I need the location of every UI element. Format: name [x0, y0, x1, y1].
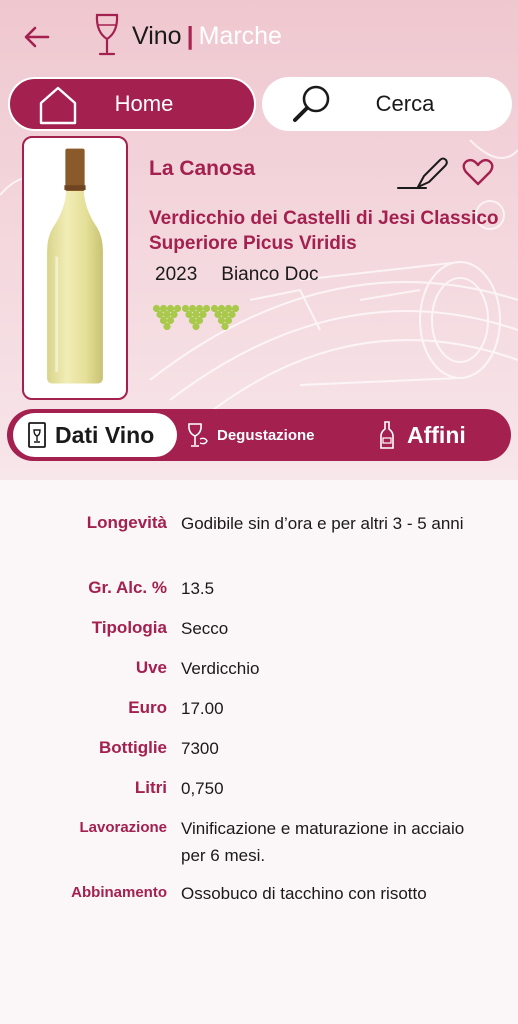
grape-bunch-icon: [152, 304, 182, 331]
page-title: Vino | Marche: [132, 19, 282, 53]
wine-meta: 2023 Bianco Doc: [155, 264, 342, 286]
wine-bottle-icon: [47, 148, 103, 384]
favorite-heart-icon[interactable]: [462, 157, 494, 187]
edit-note-icon[interactable]: [396, 154, 448, 192]
wine-glass-icon: [95, 13, 119, 56]
tab-degustazione[interactable]: Degustazione: [185, 409, 355, 461]
detail-key: Litri: [134, 778, 167, 797]
detail-key: Tipologia: [91, 618, 167, 637]
detail-key: Uve: [135, 658, 167, 677]
detail-tabs: Dati Vino Degustazione Affini: [7, 409, 511, 461]
tab-dati-vino[interactable]: Dati Vino: [13, 413, 177, 457]
detail-key: Euro: [128, 698, 167, 717]
detail-key: Bottiglie: [99, 738, 167, 757]
detail-value: Godibile sin d’ora e per altri 3 - 5 ann…: [181, 514, 464, 533]
detail-key: Lavorazione: [79, 819, 167, 836]
detail-key: Abbinamento: [71, 884, 167, 901]
wine-label-icon: [28, 422, 46, 448]
tab-affini[interactable]: Affini: [379, 409, 509, 461]
detail-key: Gr. Alc. %: [88, 578, 167, 597]
wine-name: Verdicchio dei Castelli di Jesi Classico…: [149, 208, 499, 254]
tab-dati-vino-label: Dati Vino: [55, 422, 155, 448]
wine-year: 2023: [155, 264, 198, 285]
detail-key: Longevità: [86, 513, 167, 532]
home-label: Home: [114, 91, 174, 116]
tab-degustazione-label: Degustazione: [217, 426, 315, 444]
app-header: Vino | Marche: [0, 0, 518, 72]
detail-value: 13.5: [181, 579, 215, 598]
title-region: Marche: [198, 22, 282, 50]
title-separator: |: [186, 22, 194, 50]
bottle-image: [22, 136, 128, 400]
tab-affini-label: Affini: [407, 421, 466, 448]
grape-bunch-icon: [210, 304, 240, 331]
detail-value: 17.00: [181, 699, 224, 718]
home-button[interactable]: Home: [8, 77, 256, 131]
producer-name: La Canosa: [149, 157, 256, 180]
detail-value: Vinificazione e maturazione in acciaio p…: [181, 819, 465, 865]
back-arrow-icon[interactable]: [20, 20, 54, 54]
search-button[interactable]: Cerca: [262, 77, 512, 131]
wine-type: Bianco Doc: [221, 264, 319, 285]
tasting-glass-icon: [188, 423, 208, 447]
title-main: Vino: [132, 22, 182, 50]
bottle-icon: [380, 421, 394, 449]
grape-rating-icon: [152, 304, 240, 331]
detail-value: Secco: [181, 619, 229, 638]
search-label: Cerca: [375, 91, 435, 116]
detail-value: Verdicchio: [181, 659, 260, 678]
detail-value: 0,750: [181, 779, 224, 798]
detail-value: Ossobuco di tacchino con risotto: [181, 884, 427, 903]
detail-value: 7300: [181, 739, 219, 758]
grape-bunch-icon: [181, 304, 211, 331]
header-area: Vino | Marche Home Cerca La Canosa Verdi…: [0, 0, 518, 480]
